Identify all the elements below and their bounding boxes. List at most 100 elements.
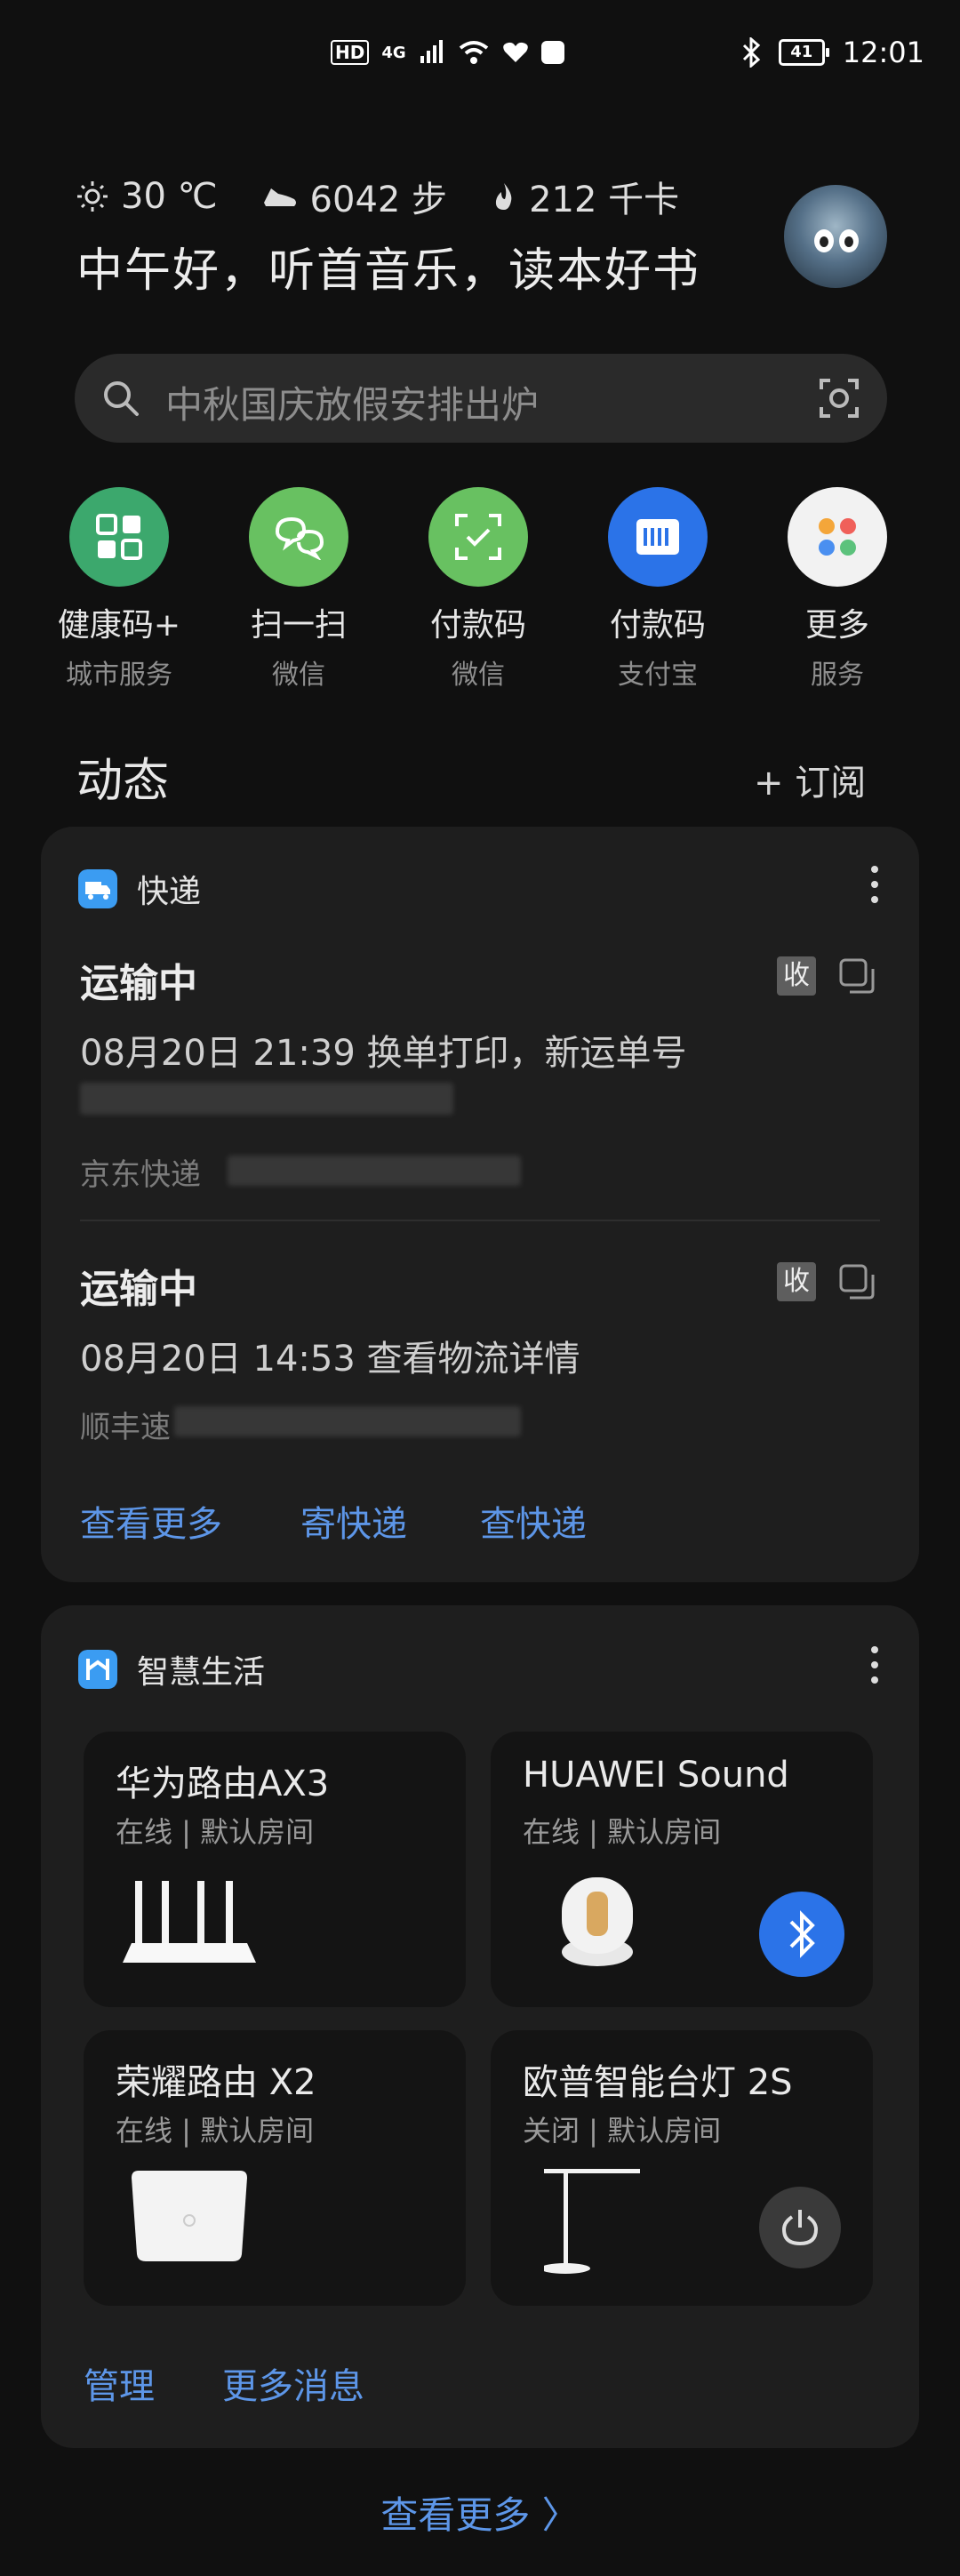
quick-action-title: 健康码+ xyxy=(57,607,181,644)
redacted-carrier-number xyxy=(174,1406,521,1436)
wifi-icon xyxy=(459,41,488,64)
quick-action-wechat-pay[interactable]: 付款码 微信 xyxy=(389,487,567,692)
express-truck-icon xyxy=(78,869,117,908)
smart-life-header: 智慧生活 xyxy=(78,1646,265,1692)
battery-icon: 41 xyxy=(778,39,829,66)
quick-action-health-code[interactable]: 健康码+ 城市服务 xyxy=(30,487,208,692)
router-image xyxy=(123,1881,256,1963)
send-express-link[interactable]: 寄快递 xyxy=(300,1495,407,1547)
bluetooth-status-icon xyxy=(742,37,760,68)
subscribe-button[interactable]: + 订阅 xyxy=(754,754,866,805)
package-status: 运输中 xyxy=(80,961,197,1006)
quick-action-subtitle: 服务 xyxy=(811,660,864,691)
status-left-icons: HD 4G xyxy=(331,39,564,66)
quick-action-title: 扫一扫 xyxy=(250,607,347,644)
steps-stat: 6042 步 xyxy=(262,171,448,222)
search-icon xyxy=(104,381,139,416)
package-desc[interactable]: 08月20日 14:53 查看物流详情 xyxy=(80,1330,580,1381)
greeting: 中午好，听首音乐，读本好书 xyxy=(76,244,701,298)
quick-action-subtitle: 微信 xyxy=(272,660,325,691)
device-status: 在线 | 默认房间 xyxy=(116,2114,315,2148)
status-bar: HD 4G 41 12:01 xyxy=(0,0,960,98)
express-view-more-link[interactable]: 查看更多 xyxy=(80,1495,222,1547)
quick-action-subtitle: 支付宝 xyxy=(618,660,698,691)
power-button[interactable] xyxy=(759,2187,841,2268)
flame-icon xyxy=(495,183,512,210)
device-name: HUAWEI Sound xyxy=(523,1755,789,1796)
quick-action-scan[interactable]: 扫一扫 微信 xyxy=(210,487,388,692)
search-query: 中秋国庆放假安排出炉 xyxy=(165,383,540,427)
health-stats[interactable]: 30 ℃ 6042 步 212 千卡 xyxy=(76,171,679,222)
redacted-carrier-number xyxy=(228,1156,521,1186)
signal-icon xyxy=(420,40,443,63)
device-status: 在线 | 默认房间 xyxy=(523,1815,722,1849)
device-name: 欧普智能台灯 2S xyxy=(523,2062,793,2103)
bottom-view-more-link[interactable]: 查看更多 〉 xyxy=(0,2485,960,2540)
quick-action-title: 付款码 xyxy=(609,607,706,644)
smart-life-icon xyxy=(78,1650,117,1689)
quick-action-subtitle: 微信 xyxy=(452,660,505,691)
package-desc[interactable]: 08月20日 21:39 换单打印，新运单号 xyxy=(80,1024,687,1076)
manage-link[interactable]: 管理 xyxy=(84,2357,155,2409)
quick-action-subtitle: 城市服务 xyxy=(66,660,172,691)
device-card-opple-lamp[interactable]: 欧普智能台灯 2S 关闭 | 默认房间 xyxy=(491,2030,873,2306)
shoe-icon xyxy=(263,188,296,206)
weather-stat: 30 ℃ xyxy=(76,176,218,217)
quick-action-alipay-pay[interactable]: 付款码 支付宝 xyxy=(569,487,747,692)
clock: 12:01 xyxy=(842,36,924,69)
package-carrier: 顺丰速 xyxy=(80,1410,171,1445)
copy-icon[interactable] xyxy=(837,1262,876,1301)
smart-life-card[interactable]: 智慧生活 华为路由AX3 在线 | 默认房间 HUAWEI Sound 在线 |… xyxy=(41,1605,919,2448)
search-bar[interactable]: 中秋国庆放假安排出炉 xyxy=(75,354,887,443)
express-card-header: 快递 xyxy=(78,866,201,912)
quick-action-more[interactable]: 更多 服务 xyxy=(748,487,926,692)
router-x2-image xyxy=(132,2171,247,2261)
receive-tag: 收 xyxy=(777,956,816,996)
health-code-icon xyxy=(69,487,169,587)
calories-stat: 212 千卡 xyxy=(492,171,679,222)
more-messages-link[interactable]: 更多消息 xyxy=(222,2357,364,2409)
heart-rate-icon xyxy=(502,42,528,62)
pay-code-icon xyxy=(428,487,528,587)
avatar-eye-right xyxy=(839,229,859,252)
calories-value: 212 千卡 xyxy=(529,180,680,220)
device-status: 在线 | 默认房间 xyxy=(116,1815,315,1849)
more-apps-icon xyxy=(788,487,887,587)
scan-icon xyxy=(249,487,348,587)
weather-value: 30 ℃ xyxy=(121,176,218,217)
power-icon xyxy=(781,2210,819,2246)
quick-action-title: 更多 xyxy=(804,607,869,644)
express-card[interactable]: 快递 运输中 收 08月20日 21:39 换单打印，新运单号 京东快递 运输中… xyxy=(41,827,919,1582)
avatar-eye-left xyxy=(814,229,834,252)
query-express-link[interactable]: 查快递 xyxy=(480,1495,587,1547)
smart-life-title: 智慧生活 xyxy=(137,1654,266,1691)
express-card-title: 快递 xyxy=(137,874,202,910)
avatar[interactable] xyxy=(784,185,887,288)
package-status: 运输中 xyxy=(80,1267,197,1312)
smart-life-more-menu[interactable] xyxy=(871,1646,878,1692)
sun-icon xyxy=(77,181,108,212)
network-4g-label: 4G xyxy=(381,43,406,62)
desk-lamp-image xyxy=(544,2169,640,2274)
device-status: 关闭 | 默认房间 xyxy=(523,2114,722,2148)
speaker-image xyxy=(562,1877,633,1966)
receive-tag: 收 xyxy=(777,1262,816,1301)
bluetooth-button[interactable] xyxy=(759,1892,844,1977)
hd-icon: HD xyxy=(331,40,370,65)
device-name: 荣耀路由 X2 xyxy=(116,2062,316,2103)
package-carrier: 京东快递 xyxy=(80,1157,201,1193)
redacted-tracking-number xyxy=(80,1083,453,1115)
status-right: 41 12:01 xyxy=(741,36,924,69)
bluetooth-icon xyxy=(789,1910,815,1958)
express-more-menu[interactable] xyxy=(871,866,878,911)
divider xyxy=(80,1220,880,1221)
device-card-router-ax3[interactable]: 华为路由AX3 在线 | 默认房间 xyxy=(84,1732,466,2007)
barcode-icon xyxy=(608,487,708,587)
quick-action-title: 付款码 xyxy=(429,607,526,644)
device-name: 华为路由AX3 xyxy=(116,1764,330,1804)
scan-camera-icon[interactable] xyxy=(818,377,860,420)
copy-icon[interactable] xyxy=(837,956,876,996)
device-card-honor-router-x2[interactable]: 荣耀路由 X2 在线 | 默认房间 xyxy=(84,2030,466,2306)
device-card-huawei-sound[interactable]: HUAWEI Sound 在线 | 默认房间 xyxy=(491,1732,873,2007)
steps-value: 6042 步 xyxy=(309,180,448,220)
